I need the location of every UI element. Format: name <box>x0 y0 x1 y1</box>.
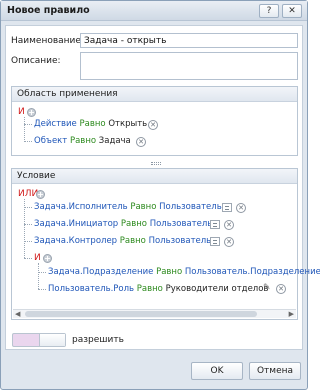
rule-value: Пользователь.Подразделение <box>184 267 320 277</box>
condition-rule[interactable]: Задача.Инициатор Равно Пользователь <box>34 219 212 229</box>
pencil-icon[interactable]: ✎ <box>263 283 271 293</box>
horizontal-scrollbar[interactable]: ◀ ▶ <box>13 309 296 318</box>
add-scope-rule-icon[interactable]: + <box>27 108 36 117</box>
title-bar: Новое правило ? ✕ <box>1 1 307 21</box>
add-condition-rule-icon[interactable]: + <box>36 190 45 199</box>
name-label: Наименование: <box>11 36 84 46</box>
rule-field: Действие <box>34 119 77 129</box>
condition-rule[interactable]: Задача.Исполнитель Равно Пользователь <box>34 202 222 212</box>
remove-rule-icon[interactable]: ✕ <box>224 220 234 230</box>
rule-field: Объект <box>34 136 68 146</box>
remove-rule-icon[interactable]: ✕ <box>276 284 286 294</box>
rule-field: Задача.Исполнитель <box>34 202 128 212</box>
tree-line <box>24 207 32 208</box>
value-list-icon[interactable] <box>210 237 220 246</box>
cancel-button[interactable]: Отмена <box>249 362 301 380</box>
rule-field: Пользователь.Роль <box>48 284 135 294</box>
help-button[interactable]: ? <box>259 4 279 18</box>
description-label: Описание: <box>11 56 61 66</box>
scrollbar-thumb[interactable] <box>25 311 257 317</box>
rule-value: Открыть <box>108 119 148 129</box>
condition-panel-title: Условие <box>12 169 297 184</box>
condition-rule[interactable]: Задача.Контролер Равно Пользователь <box>34 236 211 246</box>
tree-line <box>24 258 32 259</box>
description-input[interactable] <box>80 52 298 80</box>
rule-op: Равно <box>69 136 97 146</box>
tree-line <box>24 141 32 142</box>
rule-field: Задача.Подразделение <box>48 267 154 277</box>
sub-condition-rule[interactable]: Задача.Подразделение Равно Пользователь.… <box>48 267 320 277</box>
value-list-icon[interactable] <box>210 220 220 229</box>
scope-rule[interactable]: Объект Равно Задача <box>34 136 131 146</box>
scope-panel: Область применения И + Действие Равно От… <box>11 86 298 156</box>
rule-value: Пользователь <box>159 202 222 212</box>
rule-value: Руководители отделов <box>165 284 269 294</box>
close-button[interactable]: ✕ <box>282 4 302 18</box>
name-input[interactable]: Задача - открыть <box>80 33 298 48</box>
remove-rule-icon[interactable]: ✕ <box>236 203 246 213</box>
tree-line <box>24 117 25 142</box>
sub-condition-operator[interactable]: И <box>34 253 41 263</box>
value-list-icon[interactable] <box>222 203 232 212</box>
rule-field: Задача.Контролер <box>34 236 118 246</box>
remove-rule-icon[interactable]: ✕ <box>224 237 234 247</box>
rule-op: Равно <box>156 267 183 277</box>
tree-line <box>38 263 39 289</box>
scroll-left-icon[interactable]: ◀ <box>15 310 20 319</box>
rule-op: Равно <box>119 236 146 246</box>
rule-op: Равно <box>79 119 106 129</box>
tree-line <box>24 224 32 225</box>
dialog-title: Новое правило <box>7 5 90 16</box>
rule-op: Равно <box>136 284 163 294</box>
sub-condition-rule[interactable]: Пользователь.Роль Равно Руководители отд… <box>48 284 268 294</box>
condition-panel: Условие ИЛИ + Задача.Исполнитель Равно П… <box>11 168 320 320</box>
toggle-knob[interactable] <box>39 334 65 346</box>
rule-value: Пользователь <box>149 219 213 229</box>
scope-rule[interactable]: Действие Равно Открыть <box>34 119 147 129</box>
new-rule-dialog: Новое правило ? ✕ Наименование: Задача -… <box>0 0 320 390</box>
tree-line <box>24 124 32 125</box>
remove-rule-icon[interactable]: ✕ <box>136 137 146 147</box>
scroll-right-icon[interactable]: ▶ <box>289 310 294 319</box>
scope-operator[interactable]: И <box>18 107 25 117</box>
dialog-body: Наименование: Задача - открыть Описание:… <box>5 25 320 350</box>
ok-button[interactable]: OK <box>191 362 243 380</box>
tree-line <box>38 289 46 290</box>
remove-rule-icon[interactable]: ✕ <box>148 120 158 130</box>
permission-toggle[interactable] <box>12 333 66 347</box>
tree-line <box>24 241 32 242</box>
panel-splitter[interactable] <box>151 162 161 165</box>
permission-label: разрешить <box>72 335 124 345</box>
rule-op: Равно <box>120 219 147 229</box>
tree-line <box>38 272 46 273</box>
add-sub-rule-icon[interactable]: + <box>43 254 52 263</box>
rule-op: Равно <box>130 202 157 212</box>
rule-value: Пользователь <box>148 236 212 246</box>
rule-field: Задача.Инициатор <box>34 219 119 229</box>
rule-value: Задача <box>98 136 131 146</box>
scope-panel-title: Область применения <box>12 87 297 102</box>
